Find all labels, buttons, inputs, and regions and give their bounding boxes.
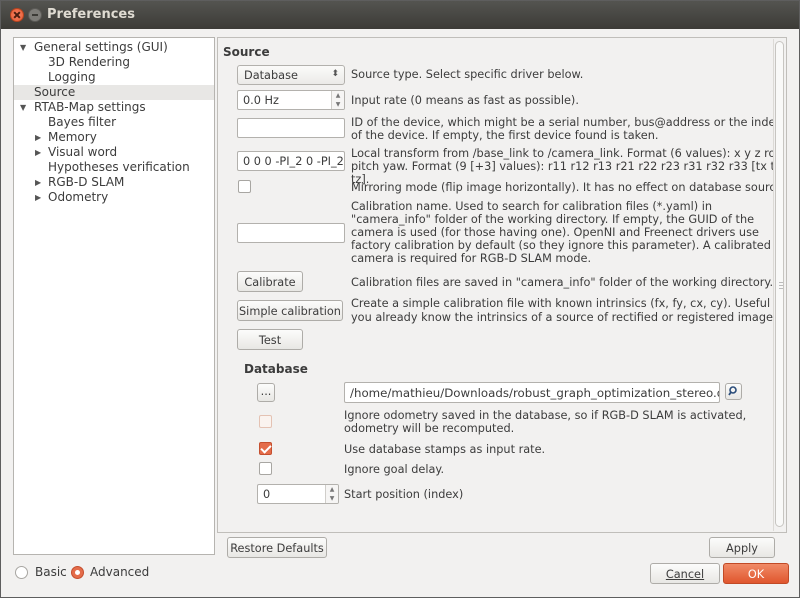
cancel-button[interactable]: Cancel [650,563,720,584]
calibrate-desc: Calibration files are saved in "camera_i… [351,276,774,289]
simple-calib-desc-line1: Create a simple calibration file with kn… [351,297,781,310]
tree-item-hypotheses-verification[interactable]: Hypotheses verification [14,160,214,175]
transform-desc-line1: Local transform from /base_link to /came… [351,147,782,160]
spin-arrows-icon[interactable]: ▲ ▼ [325,485,338,503]
settings-tree[interactable]: ▼ General settings (GUI) 3D Rendering Lo… [13,37,215,555]
window-title: Preferences [47,7,135,22]
simple-calib-desc-line2: you already know the intrinsics of a sou… [351,311,783,324]
calib-name-desc-line1: Calibration name. Used to search for cal… [351,200,713,213]
expanded-arrow-icon[interactable]: ▼ [20,40,26,55]
browse-database-button[interactable]: ... [257,383,275,402]
collapsed-arrow-icon[interactable]: ▶ [35,190,41,205]
panel-scrollbar[interactable] [773,39,785,531]
source-type-combo[interactable]: Database ⬍ [237,65,345,85]
preferences-window: Preferences ▼ General settings (GUI) 3D … [0,0,800,598]
basic-label: Basic [35,565,67,579]
calib-name-desc-line5: camera is required for RGB-D SLAM mode. [351,252,592,265]
calib-name-desc-line3: camera is used (for those having one). O… [351,226,759,239]
tree-item-3d-rendering[interactable]: 3D Rendering [14,55,214,70]
collapsed-arrow-icon[interactable]: ▶ [35,130,41,145]
ignore-odometry-desc-line1: Ignore odometry saved in the database, s… [344,409,747,422]
ignore-goal-desc: Ignore goal delay. [344,463,445,476]
tree-item-rtabmap-settings[interactable]: ▼ RTAB-Map settings [14,100,214,115]
search-icon [728,386,737,396]
calib-name-desc-line2: "camera_info" folder of the working dire… [351,213,755,226]
spin-arrows-icon[interactable]: ▲ ▼ [331,91,344,109]
calibrate-button[interactable]: Calibrate [237,271,303,292]
mirroring-checkbox[interactable] [238,180,251,193]
database-path-input[interactable]: /home/mathieu/Downloads/robust_graph_opt… [344,382,720,403]
expanded-arrow-icon[interactable]: ▼ [20,100,26,115]
use-stamps-desc: Use database stamps as input rate. [344,443,546,456]
tree-item-bayes-filter[interactable]: Bayes filter [14,115,214,130]
ignore-goal-delay-checkbox[interactable] [259,462,272,475]
tree-item-rgbd-slam[interactable]: ▶ RGB-D SLAM [14,175,214,190]
scrollbar-thumb[interactable] [775,41,784,527]
tree-item-visual-word[interactable]: ▶ Visual word [14,145,214,160]
advanced-radio[interactable] [71,566,84,579]
advanced-label: Advanced [90,565,150,579]
tree-item-logging[interactable]: Logging [14,70,214,85]
tree-item-odometry[interactable]: ▶ Odometry [14,190,214,205]
start-position-desc: Start position (index) [344,488,464,501]
open-database-button[interactable] [725,383,742,400]
local-transform-input[interactable]: 0 0 0 -PI_2 0 -PI_2 [237,151,345,171]
combo-arrows-icon: ⬍ [331,69,339,79]
title-bar: Preferences [1,1,799,29]
ignore-odometry-checkbox[interactable] [259,415,272,428]
input-rate-spinbox[interactable]: 0.0 Hz ▲ ▼ [237,90,345,110]
calibration-name-input[interactable] [237,223,345,243]
apply-button[interactable]: Apply [709,537,775,558]
source-type-desc: Source type. Select specific driver belo… [351,68,584,81]
ok-button[interactable]: OK [723,563,789,584]
device-id-input[interactable] [237,118,345,138]
device-id-desc-line2: of the device. If empty, the first devic… [351,129,659,142]
basic-radio[interactable] [15,566,28,579]
collapsed-arrow-icon[interactable]: ▶ [35,175,41,190]
close-icon[interactable] [10,8,24,22]
collapsed-arrow-icon[interactable]: ▶ [35,145,41,160]
calib-name-desc-line4: factory calibration by default (so they … [351,239,771,252]
start-position-spinbox[interactable]: 0 ▲ ▼ [257,484,339,504]
tree-item-source[interactable]: Source [14,85,214,100]
ignore-odometry-desc-line2: odometry will be recomputed. [344,422,515,435]
restore-defaults-button[interactable]: Restore Defaults [227,537,327,558]
tree-item-general-settings[interactable]: ▼ General settings (GUI) [14,40,214,55]
database-section-title: Database [244,362,308,376]
input-rate-desc: Input rate (0 means as fast as possible)… [351,94,579,107]
mirroring-desc: Mirroring mode (flip image horizontally)… [351,181,787,194]
device-id-desc-line1: ID of the device, which might be a seria… [351,116,782,129]
tree-item-memory[interactable]: ▶ Memory [14,130,214,145]
test-button[interactable]: Test [237,329,303,350]
source-section-title: Source [223,45,270,59]
minimize-icon[interactable] [28,8,42,22]
simple-calibration-button[interactable]: Simple calibration [237,300,343,321]
use-database-stamps-checkbox[interactable] [259,442,272,455]
